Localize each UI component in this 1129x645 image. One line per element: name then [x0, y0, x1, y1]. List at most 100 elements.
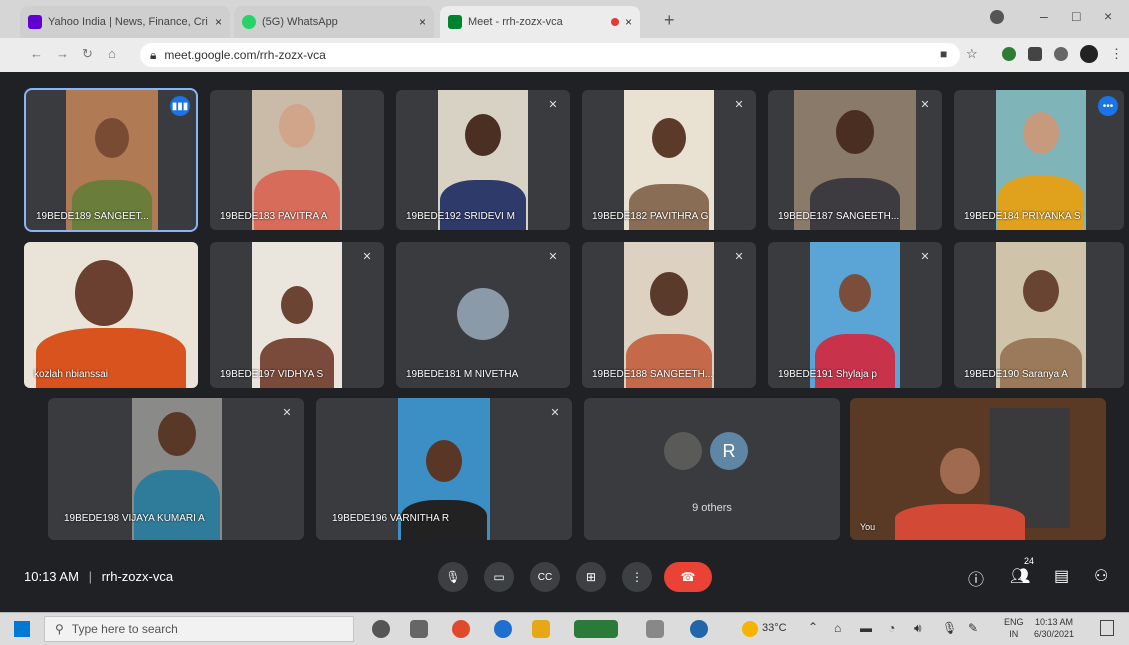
taskbar-app-icon[interactable]: [690, 620, 708, 638]
info-icon[interactable]: ⓘ: [968, 566, 984, 590]
participant-name: 19BEDE189 SANGEET...: [36, 211, 149, 222]
new-tab-button[interactable]: +: [664, 10, 675, 31]
close-tab-icon[interactable]: ×: [215, 15, 222, 29]
address-bar-area: ← → ↻ ⌂ 🔒︎ meet.google.com/rrh-zozx-vca …: [0, 38, 1129, 73]
search-placeholder: Type here to search: [71, 622, 178, 636]
participant-name: kozlah nbianssai: [34, 369, 108, 380]
mic-off-icon: ✕: [548, 251, 558, 263]
cortana-icon[interactable]: [372, 620, 390, 638]
people-icon[interactable]: 👥︎: [1010, 566, 1030, 586]
present-icon: ⊞: [585, 570, 597, 584]
taskbar-search[interactable]: ⚲ Type here to search: [44, 616, 354, 642]
clock-time: 10:13 AM: [1035, 617, 1074, 627]
participant-name: 19BEDE184 PRIYANKA S: [964, 211, 1081, 222]
url-field[interactable]: 🔒︎ meet.google.com/rrh-zozx-vca: [140, 43, 960, 67]
participant-tile[interactable]: ✕ 19BEDE197 VIDHYA S: [210, 242, 384, 388]
menu-icon[interactable]: ⋮: [1110, 46, 1123, 62]
clock[interactable]: 10:13 AM 6/30/2021: [1034, 616, 1074, 640]
participant-video: [95, 118, 129, 158]
notifications-icon[interactable]: [1100, 620, 1114, 636]
chrome-icon[interactable]: [452, 620, 470, 638]
network-icon[interactable]: ◔: [888, 621, 895, 635]
home-icon[interactable]: ⌂: [108, 46, 116, 61]
meet-app-icon[interactable]: [574, 620, 618, 638]
participant-video: [75, 260, 133, 326]
present-button[interactable]: ⊞: [576, 562, 606, 592]
participant-tile[interactable]: ✕ 19BEDE188 SANGEETH...: [582, 242, 756, 388]
extension-icon[interactable]: [1002, 47, 1016, 61]
participant-tile[interactable]: ✕ 19BEDE181 M NIVETHA: [396, 242, 570, 388]
participant-tile[interactable]: 19BEDE183 PAVITRA A: [210, 90, 384, 230]
weather-temp[interactable]: 33°C: [762, 622, 787, 634]
participant-tile[interactable]: ✕ 19BEDE198 VIJAYA KUMARI A: [48, 398, 304, 540]
close-tab-icon[interactable]: ×: [625, 15, 632, 29]
participant-name: 19BEDE187 SANGEETH...: [778, 211, 900, 222]
tab-yahoo[interactable]: Yahoo India | News, Finance, Cri ×: [20, 6, 230, 38]
tab-meet[interactable]: Meet - rrh-zozx-vca ×: [440, 6, 640, 38]
tab-whatsapp[interactable]: (5G) WhatsApp ×: [234, 6, 434, 38]
meeting-info: 10:13 AM | rrh-zozx-vca: [24, 569, 173, 584]
activities-icon[interactable]: ⚇: [1094, 566, 1108, 586]
speaking-indicator-icon: •••: [1098, 96, 1118, 116]
participant-tile[interactable]: kozlah nbianssai: [24, 242, 198, 388]
separator: |: [88, 569, 92, 584]
participant-tile[interactable]: ✕ 19BEDE192 SRIDEVI M: [396, 90, 570, 230]
others-count-label: 9 others: [692, 502, 732, 514]
language-indicator[interactable]: ENG IN: [1004, 616, 1024, 640]
whatsapp-icon: [242, 15, 256, 29]
participant-tile[interactable]: ✕ 19BEDE187 SANGEETH...: [768, 90, 942, 230]
end-call-button[interactable]: ☎︎: [664, 562, 712, 592]
participant-tile[interactable]: ••• 19BEDE184 PRIYANKA S: [954, 90, 1124, 230]
camera-indicator-icon[interactable]: ■: [940, 47, 947, 61]
volume-icon[interactable]: 🔊︎: [914, 621, 922, 636]
participant-tile[interactable]: 19BEDE190 Saranya A: [954, 242, 1124, 388]
task-view-icon[interactable]: [410, 620, 428, 638]
participant-name: 19BEDE181 M NIVETHA: [406, 369, 519, 380]
participant-tile[interactable]: ✕ 19BEDE191 Shylaja p: [768, 242, 942, 388]
edge-icon[interactable]: [494, 620, 512, 638]
participant-tile[interactable]: ✕ 19BEDE182 PAVITHRA G: [582, 90, 756, 230]
close-window-button[interactable]: ×: [1104, 8, 1112, 24]
others-tile[interactable]: R 9 others: [584, 398, 840, 540]
chat-icon[interactable]: ▤: [1054, 566, 1069, 586]
extensions-puzzle-icon[interactable]: [1054, 47, 1068, 61]
participant-tile[interactable]: ▮▮▮ 19BEDE189 SANGEET...: [24, 88, 198, 232]
participant-video: [650, 272, 688, 316]
close-tab-icon[interactable]: ×: [419, 15, 426, 29]
more-options-button[interactable]: ⋮: [622, 562, 652, 592]
file-explorer-icon[interactable]: [532, 620, 550, 638]
participant-name: 19BEDE192 SRIDEVI M: [406, 211, 515, 222]
participant-video: [836, 110, 874, 154]
mic-off-icon: ✕: [550, 407, 560, 419]
region-label: IN: [1009, 629, 1019, 639]
avatar[interactable]: [1080, 45, 1098, 63]
participant-video: [158, 412, 196, 456]
battery-icon[interactable]: ▬: [860, 621, 872, 635]
participant-name: 19BEDE191 Shylaja p: [778, 369, 877, 380]
participant-name: 19BEDE190 Saranya A: [964, 369, 1068, 380]
participant-video: [652, 118, 686, 158]
participant-tile[interactable]: ✕ 19BEDE196 VARNITHA R: [316, 398, 572, 540]
maximize-button[interactable]: □: [1072, 8, 1080, 24]
participant-video: [465, 114, 501, 156]
forward-icon[interactable]: →: [56, 46, 69, 61]
taskbar-app-icon[interactable]: [646, 620, 664, 638]
meeting-code: rrh-zozx-vca: [101, 569, 174, 584]
minimize-button[interactable]: –: [1040, 8, 1048, 24]
reload-icon[interactable]: ↻: [82, 46, 93, 62]
profile-icon[interactable]: [990, 10, 1004, 24]
captions-button[interactable]: CC: [530, 562, 560, 592]
camera-button[interactable]: ▭: [484, 562, 514, 592]
pen-icon[interactable]: ✎: [968, 621, 978, 635]
tray-icon[interactable]: ⌂: [834, 621, 841, 635]
tray-chevron-icon[interactable]: ⌃: [808, 620, 818, 634]
mic-button[interactable]: 🎙︎: [438, 562, 468, 592]
back-icon[interactable]: ←: [30, 46, 43, 61]
people-count-badge: 24: [1024, 556, 1035, 566]
extension-icon[interactable]: [1028, 47, 1042, 61]
self-tile[interactable]: You: [850, 398, 1106, 540]
mic-tray-icon[interactable]: 🎙︎: [942, 621, 957, 635]
clock-date: 6/30/2021: [1034, 629, 1075, 639]
windows-start-icon[interactable]: [14, 621, 30, 637]
bookmark-star-icon[interactable]: ☆: [966, 46, 978, 62]
